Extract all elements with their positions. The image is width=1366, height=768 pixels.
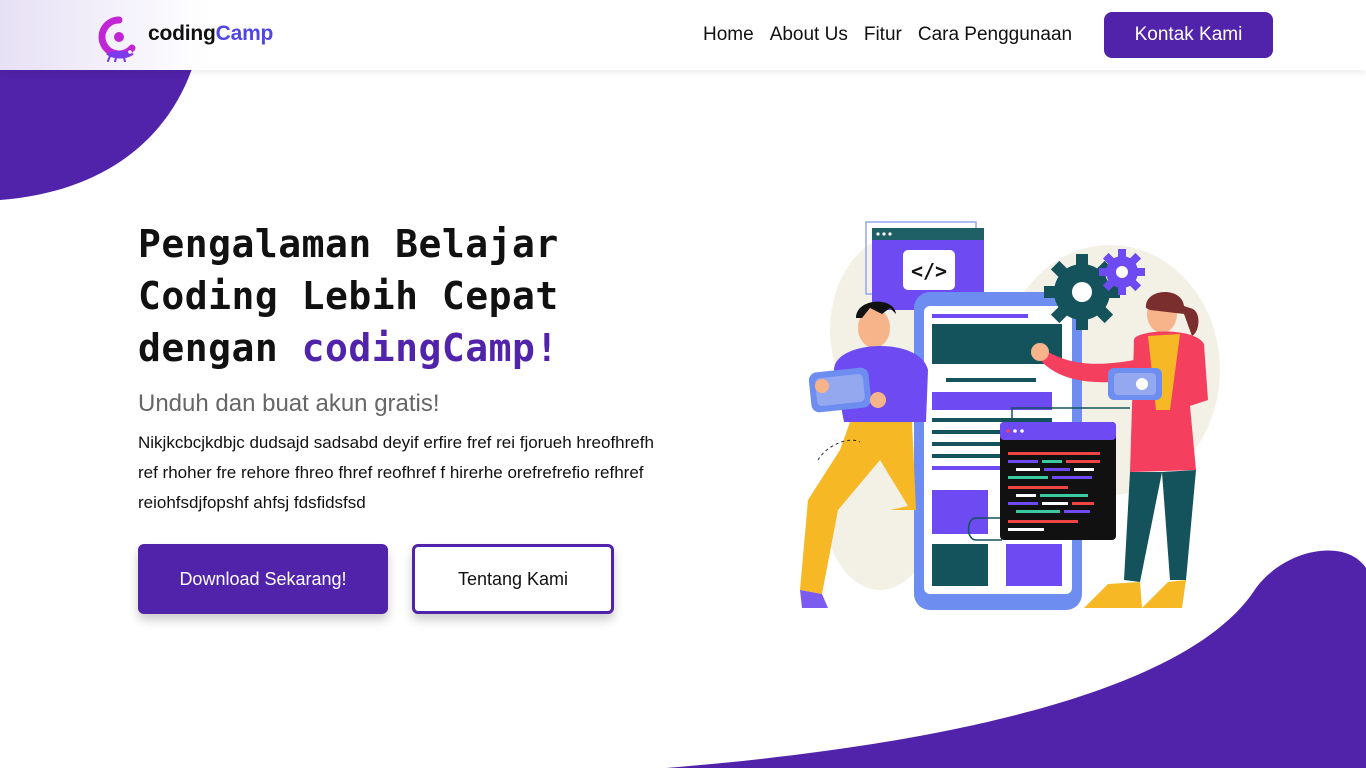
hero-title: Pengalaman Belajar Coding Lebih Cepat de… [138,218,698,374]
brand-logo[interactable]: codingCamp [98,16,273,62]
nav-links: Home About Us Fitur Cara Penggunaan [703,24,1088,46]
download-button[interactable]: Download Sekarang! [138,544,388,614]
brand-name: codingCamp [148,22,273,46]
nav-link-fitur[interactable]: Fitur [864,24,902,46]
brand-name-part1: coding [148,22,216,45]
hero-title-line3-prefix: dengan [138,326,302,370]
nav-link-cara-penggunaan[interactable]: Cara Penggunaan [918,24,1072,46]
navbar: codingCamp Home About Us Fitur Cara Peng… [0,0,1366,70]
contact-button[interactable]: Kontak Kami [1104,12,1273,58]
brand-name-part2: Camp [215,22,274,45]
developers-illustration: </> [800,221,1220,610]
nav-link-about-us[interactable]: About Us [770,24,848,46]
about-button[interactable]: Tentang Kami [412,544,614,614]
hero-subtitle: Unduh dan buat akun gratis! [138,390,440,417]
chameleon-logo-icon [98,16,136,62]
svg-text:</>: </> [911,259,947,283]
hero-actions: Download Sekarang! Tentang Kami [138,544,698,614]
nav-link-home[interactable]: Home [703,24,754,46]
hero-section: Pengalaman Belajar Coding Lebih Cepat de… [138,218,698,614]
hero-title-line1: Pengalaman Belajar [138,222,559,266]
hero-title-line2: Coding Lebih Cepat [138,274,559,318]
hero-title-brand: codingCamp! [301,326,559,370]
hero-description: Nikjkcbcjkdbjc dudsajd sadsabd deyif erf… [138,433,654,512]
